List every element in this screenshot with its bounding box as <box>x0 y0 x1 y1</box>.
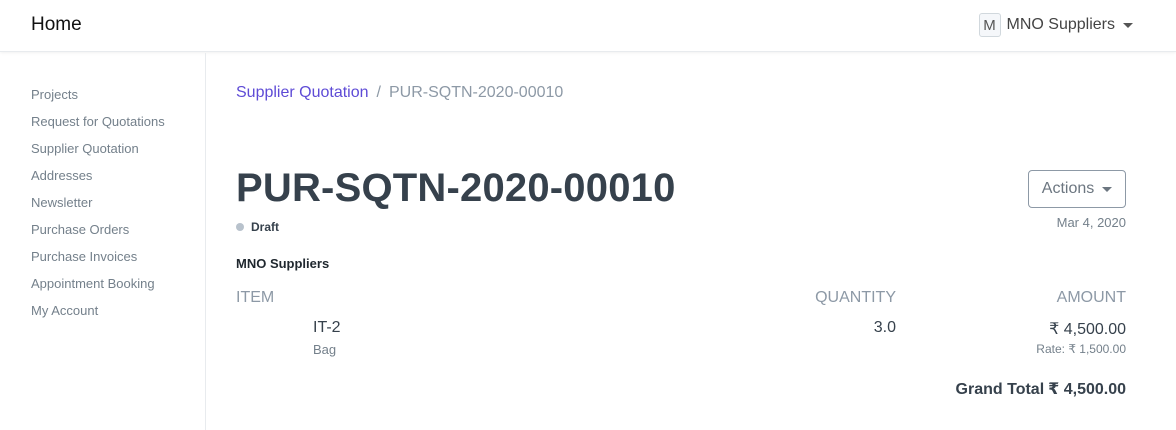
user-name[interactable]: MNO Suppliers <box>1007 16 1115 34</box>
sidebar-item-supplier-quotation[interactable]: Supplier Quotation <box>0 140 205 167</box>
sidebar-item-my-account[interactable]: My Account <box>0 302 205 329</box>
breadcrumb-current: PUR-SQTN-2020-00010 <box>388 84 564 101</box>
user-menu-dropdown[interactable]: M MNO Suppliers <box>978 13 1133 37</box>
document-date: Mar 4, 2020 <box>1056 215 1126 230</box>
chevron-down-icon[interactable] <box>1102 186 1113 192</box>
sidebar-item-projects[interactable]: Projects <box>0 86 205 113</box>
item-quantity: 3.0 <box>873 319 896 336</box>
grand-total: Grand Total ₹ 4,500.00 <box>956 379 1126 399</box>
breadcrumb-separator: / <box>376 84 381 101</box>
column-header-item: ITEM <box>236 289 275 306</box>
column-header-amount: AMOUNT <box>1056 289 1126 306</box>
sidebar-list: Projects Request for Quotations Supplier… <box>0 53 205 329</box>
chevron-down-icon[interactable] <box>1123 22 1133 28</box>
item-amount: ₹ 4,500.00 <box>1049 321 1126 338</box>
grand-total-label: Grand Total <box>955 381 1045 398</box>
grand-total-value: ₹ 4,500.00 <box>1048 381 1126 398</box>
item-rate: Rate: ₹ 1,500.00 <box>1036 342 1126 356</box>
home-link[interactable]: Home <box>31 14 82 36</box>
actions-button[interactable]: Actions <box>1028 170 1126 208</box>
top-navbar: Home M MNO Suppliers <box>0 0 1176 52</box>
item-name: Bag <box>313 342 337 357</box>
status-label: Draft <box>251 220 280 234</box>
sidebar-item-purchase-invoices[interactable]: Purchase Invoices <box>0 248 205 275</box>
actions-label[interactable]: Actions <box>1042 180 1094 198</box>
avatar[interactable]: M <box>978 13 1001 37</box>
sidebar-item-appointment-booking[interactable]: Appointment Booking <box>0 275 205 302</box>
sidebar: Projects Request for Quotations Supplier… <box>0 53 206 430</box>
sidebar-item-newsletter[interactable]: Newsletter <box>0 194 205 221</box>
page-title: PUR-SQTN-2020-00010 <box>236 166 676 210</box>
breadcrumb-parent-link[interactable]: Supplier Quotation <box>236 84 369 101</box>
status-badge: Draft <box>236 220 279 234</box>
supplier-name: MNO Suppliers <box>236 256 330 271</box>
status-dot-icon <box>236 223 244 231</box>
column-header-quantity: QUANTITY <box>815 289 896 306</box>
breadcrumb: Supplier Quotation / PUR-SQTN-2020-00010 <box>236 84 563 102</box>
item-code: IT-2 <box>313 319 341 336</box>
sidebar-item-addresses[interactable]: Addresses <box>0 167 205 194</box>
sidebar-item-purchase-orders[interactable]: Purchase Orders <box>0 221 205 248</box>
sidebar-item-request-for-quotations[interactable]: Request for Quotations <box>0 113 205 140</box>
